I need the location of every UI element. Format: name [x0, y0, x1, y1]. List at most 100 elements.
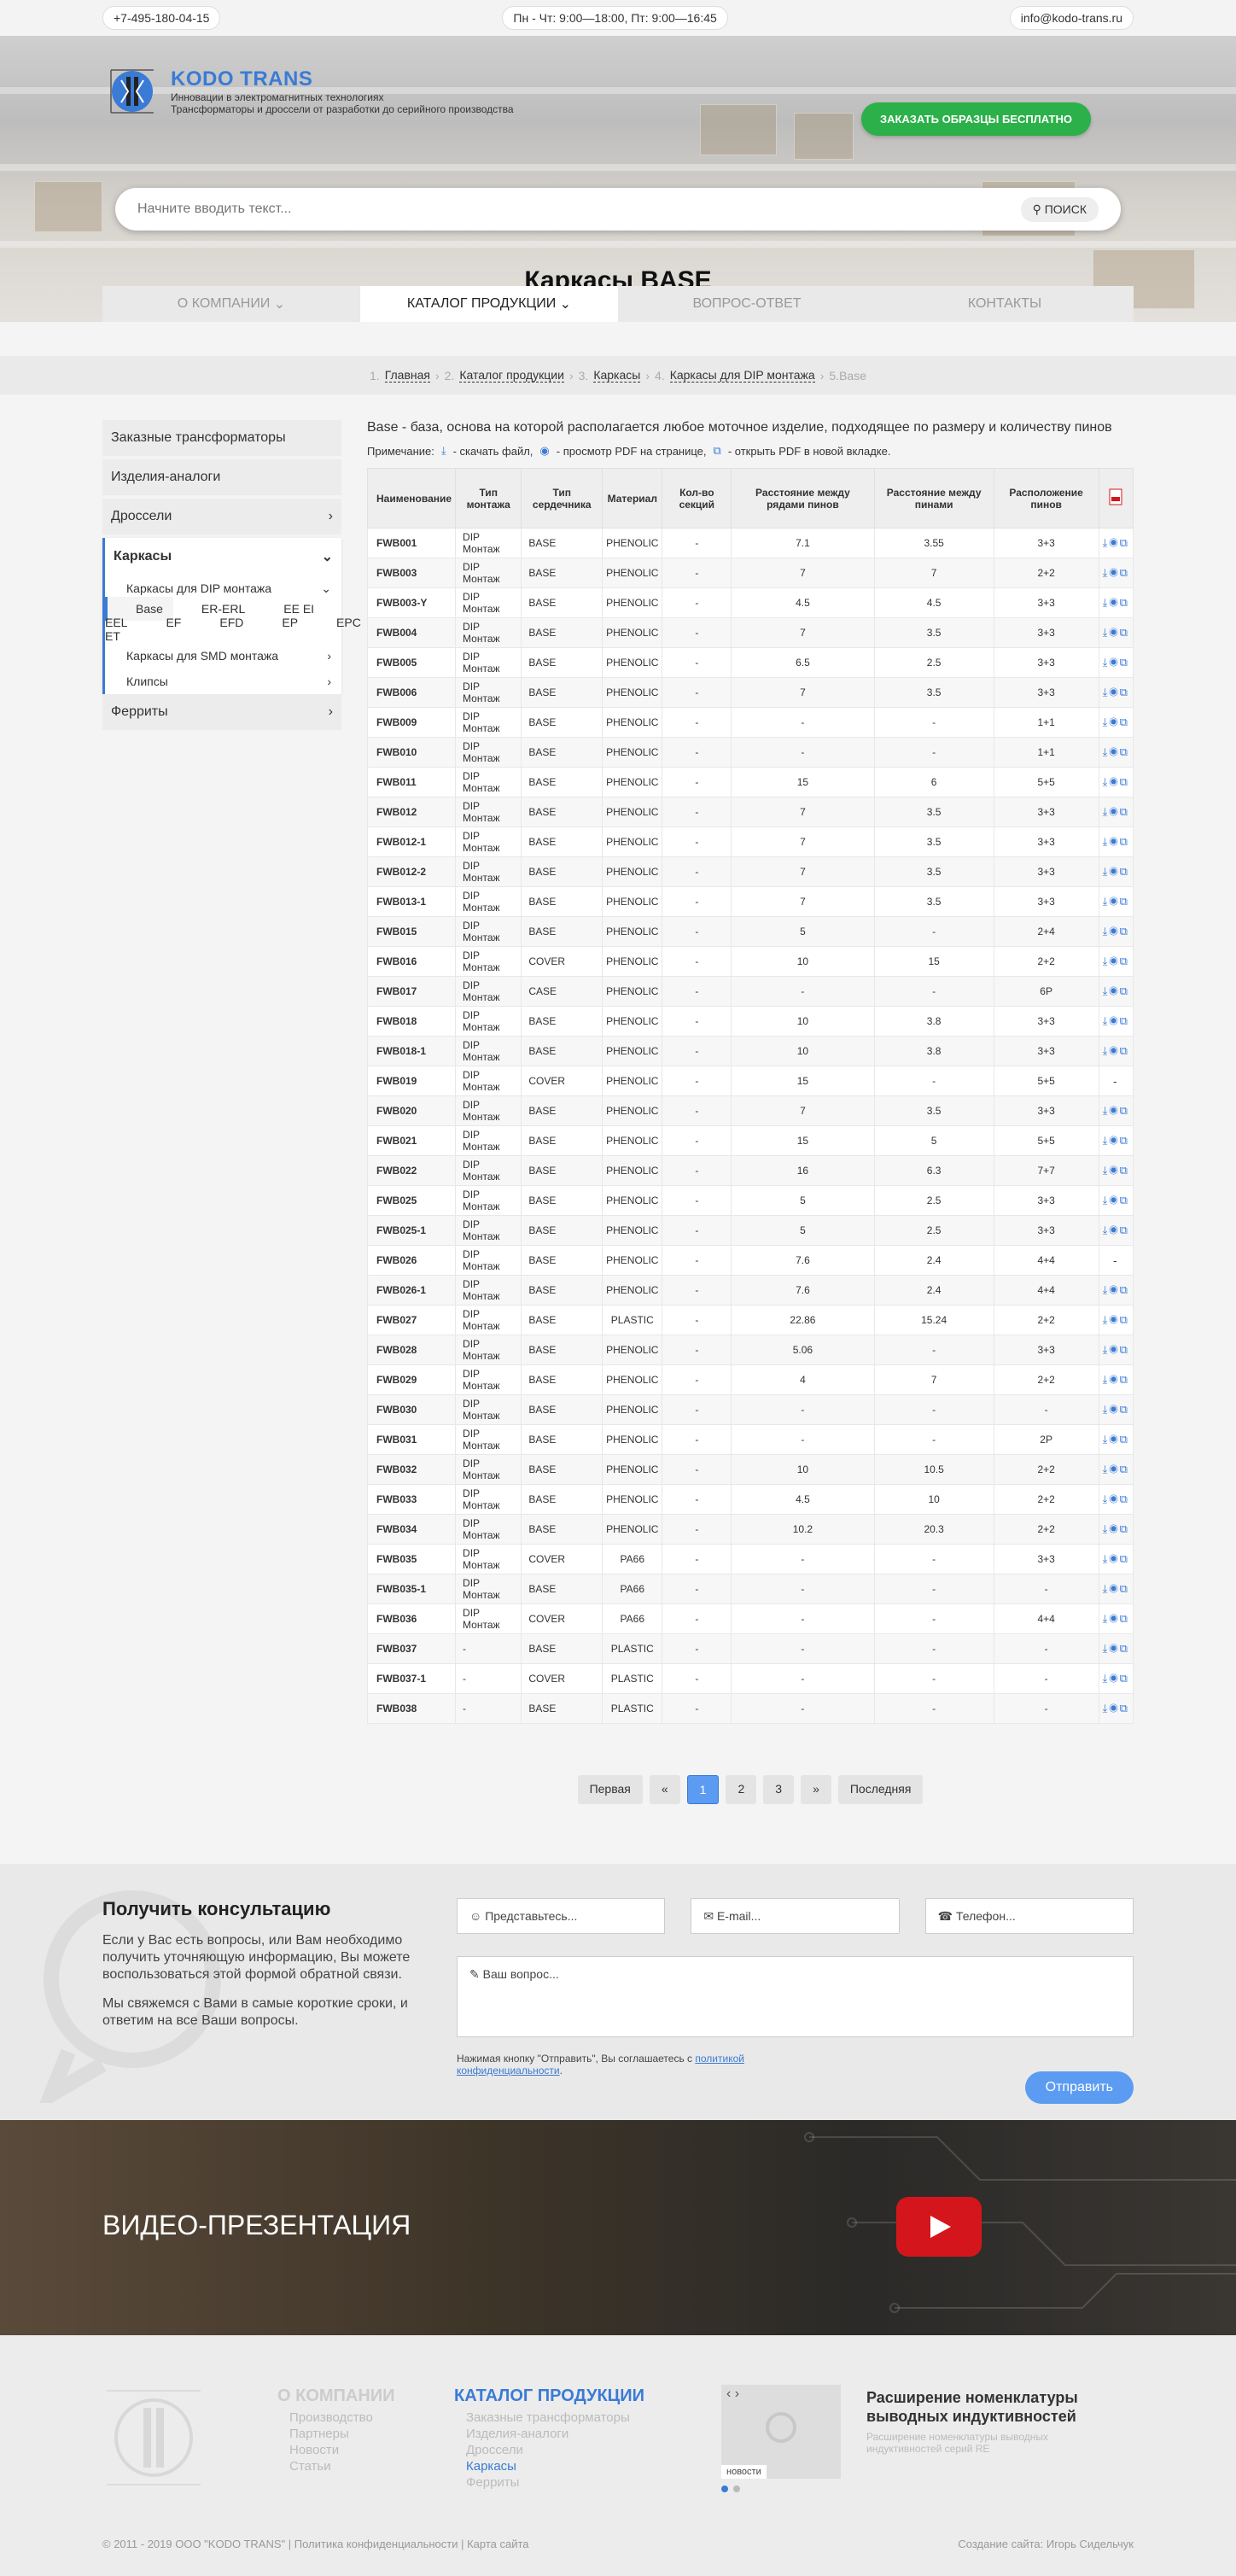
- product-name-cell[interactable]: FWB037-1: [366, 1663, 457, 1694]
- product-name-cell[interactable]: FWB016: [366, 946, 457, 977]
- external-link-icon[interactable]: ⧉: [1120, 626, 1129, 639]
- eye-icon[interactable]: ◉: [1109, 1194, 1119, 1206]
- sidebar-item-analogs[interactable]: Изделия-аналоги: [102, 459, 341, 495]
- footer-link[interactable]: Новости: [277, 2442, 395, 2458]
- page-button[interactable]: 2: [726, 1775, 757, 1804]
- eye-icon[interactable]: ◉: [1109, 1582, 1119, 1595]
- eye-icon[interactable]: ◉: [1109, 1463, 1119, 1475]
- eye-icon[interactable]: ◉: [1109, 895, 1119, 908]
- footer-col-title[interactable]: О КОМПАНИИ: [277, 2386, 395, 2406]
- product-name-cell[interactable]: FWB017: [366, 976, 457, 1007]
- external-link-icon[interactable]: ⧉: [1120, 716, 1129, 728]
- external-link-icon[interactable]: ⧉: [1120, 566, 1129, 579]
- eye-icon[interactable]: ◉: [1109, 1433, 1119, 1446]
- external-link-icon[interactable]: ⧉: [1120, 925, 1129, 938]
- footer-link[interactable]: Изделия-аналоги: [454, 2426, 644, 2442]
- footer-col-title[interactable]: КАТАЛОГ ПРОДУКЦИИ: [454, 2386, 644, 2406]
- external-link-icon[interactable]: ⧉: [1120, 1522, 1129, 1535]
- email-field[interactable]: ✉ E-mail...: [691, 1898, 900, 1934]
- product-name-cell[interactable]: FWB021: [366, 1125, 457, 1156]
- product-name-cell[interactable]: FWB022: [366, 1155, 457, 1186]
- product-name-cell[interactable]: FWB036: [366, 1603, 457, 1634]
- eye-icon[interactable]: ◉: [1109, 1283, 1119, 1296]
- eye-icon[interactable]: ◉: [1109, 686, 1119, 698]
- product-name-cell[interactable]: FWB025: [366, 1185, 457, 1216]
- product-name-cell[interactable]: FWB015: [366, 916, 457, 947]
- product-name-cell[interactable]: FWB030: [366, 1394, 457, 1425]
- product-name-cell[interactable]: FWB027: [366, 1305, 457, 1335]
- external-link-icon[interactable]: ⧉: [1120, 1702, 1129, 1714]
- external-link-icon[interactable]: ⧉: [1120, 1612, 1129, 1625]
- external-link-icon[interactable]: ⧉: [1120, 745, 1129, 758]
- eye-icon[interactable]: ◉: [1109, 1104, 1119, 1117]
- question-field[interactable]: ✎ Ваш вопрос...: [457, 1956, 1134, 2037]
- phone-field[interactable]: ☎ Телефон...: [924, 1898, 1134, 1934]
- eye-icon[interactable]: ◉: [1109, 1373, 1119, 1386]
- product-name-cell[interactable]: FWB018: [366, 1006, 457, 1037]
- page-button[interactable]: »: [801, 1775, 831, 1804]
- footer-link[interactable]: Дроссели: [454, 2442, 644, 2458]
- eye-icon[interactable]: ◉: [1109, 865, 1119, 878]
- footer-link[interactable]: Ферриты: [454, 2474, 644, 2491]
- news-title[interactable]: Расширение номенклатуры выводных индукти…: [866, 2388, 1080, 2426]
- footer-link[interactable]: Заказные трансформаторы: [454, 2410, 644, 2426]
- product-name-cell[interactable]: FWB001: [366, 528, 457, 558]
- eye-icon[interactable]: ◉: [1109, 626, 1119, 639]
- eye-icon[interactable]: ◉: [1109, 955, 1119, 967]
- product-name-cell[interactable]: FWB010: [366, 737, 457, 768]
- product-name-cell[interactable]: FWB009: [366, 707, 457, 738]
- breadcrumb-catalog[interactable]: Каталог продукции: [459, 368, 564, 383]
- search-input[interactable]: [137, 202, 906, 217]
- name-field[interactable]: ☺ Представьтесь...: [457, 1898, 666, 1934]
- external-link-icon[interactable]: ⧉: [1120, 1672, 1129, 1685]
- eye-icon[interactable]: ◉: [1109, 716, 1119, 728]
- product-name-cell[interactable]: FWB026-1: [366, 1275, 457, 1306]
- sidebar-item-ferrites[interactable]: Ферриты ›: [102, 694, 341, 730]
- sidebar-item-frames[interactable]: Каркасы ⌄: [105, 538, 341, 575]
- nav-contacts[interactable]: КОНТАКТЫ: [876, 286, 1134, 322]
- nav-faq[interactable]: ВОПРОС-ОТВЕТ: [618, 286, 876, 322]
- product-name-cell[interactable]: FWB003: [366, 558, 457, 588]
- sidebar-leaf-item[interactable]: EP: [254, 610, 308, 634]
- footer-link[interactable]: Партнеры: [277, 2426, 395, 2442]
- external-link-icon[interactable]: ⧉: [1120, 596, 1129, 609]
- product-name-cell[interactable]: FWB012-2: [366, 856, 457, 887]
- eye-icon[interactable]: ◉: [1109, 745, 1119, 758]
- search-button[interactable]: ⚲ ПОИСК: [1020, 196, 1099, 222]
- product-name-cell[interactable]: FWB038: [366, 1693, 457, 1724]
- eye-icon[interactable]: ◉: [1109, 1672, 1119, 1685]
- external-link-icon[interactable]: ⧉: [1120, 1582, 1129, 1595]
- eye-icon[interactable]: ◉: [1109, 1313, 1119, 1326]
- product-name-cell[interactable]: FWB035-1: [366, 1574, 457, 1604]
- page-button[interactable]: Первая: [577, 1775, 643, 1804]
- eye-icon[interactable]: ◉: [1109, 656, 1119, 669]
- product-name-cell[interactable]: FWB003-Y: [366, 587, 457, 618]
- youtube-play-button[interactable]: [896, 2197, 982, 2257]
- external-link-icon[interactable]: ⧉: [1120, 1164, 1129, 1177]
- product-name-cell[interactable]: FWB019: [366, 1066, 457, 1096]
- product-name-cell[interactable]: FWB033: [366, 1484, 457, 1515]
- page-button[interactable]: 1: [686, 1775, 720, 1804]
- external-link-icon[interactable]: ⧉: [1120, 895, 1129, 908]
- eye-icon[interactable]: ◉: [1109, 925, 1119, 938]
- external-link-icon[interactable]: ⧉: [1120, 1224, 1129, 1236]
- nav-about[interactable]: О КОМПАНИИ ⌄: [102, 286, 360, 322]
- product-name-cell[interactable]: FWB034: [366, 1514, 457, 1545]
- phone-link[interactable]: +7-495-180-04-15: [102, 6, 221, 30]
- eye-icon[interactable]: ◉: [1109, 1642, 1119, 1655]
- external-link-icon[interactable]: ⧉: [1120, 1642, 1129, 1655]
- product-name-cell[interactable]: FWB037: [366, 1633, 457, 1664]
- external-link-icon[interactable]: ⧉: [1120, 1104, 1129, 1117]
- external-link-icon[interactable]: ⧉: [1120, 835, 1129, 848]
- external-link-icon[interactable]: ⧉: [1120, 984, 1129, 997]
- eye-icon[interactable]: ◉: [1109, 1552, 1119, 1565]
- external-link-icon[interactable]: ⧉: [1120, 1313, 1129, 1326]
- eye-icon[interactable]: ◉: [1109, 805, 1119, 818]
- external-link-icon[interactable]: ⧉: [1120, 656, 1129, 669]
- product-name-cell[interactable]: FWB011: [366, 767, 457, 797]
- product-name-cell[interactable]: FWB029: [366, 1364, 457, 1395]
- product-name-cell[interactable]: FWB020: [366, 1095, 457, 1126]
- send-button[interactable]: Отправить: [1024, 2071, 1134, 2104]
- product-name-cell[interactable]: FWB035: [366, 1544, 457, 1574]
- order-samples-button[interactable]: ЗАКАЗАТЬ ОБРАЗЦЫ БЕСПЛАТНО: [860, 102, 1091, 136]
